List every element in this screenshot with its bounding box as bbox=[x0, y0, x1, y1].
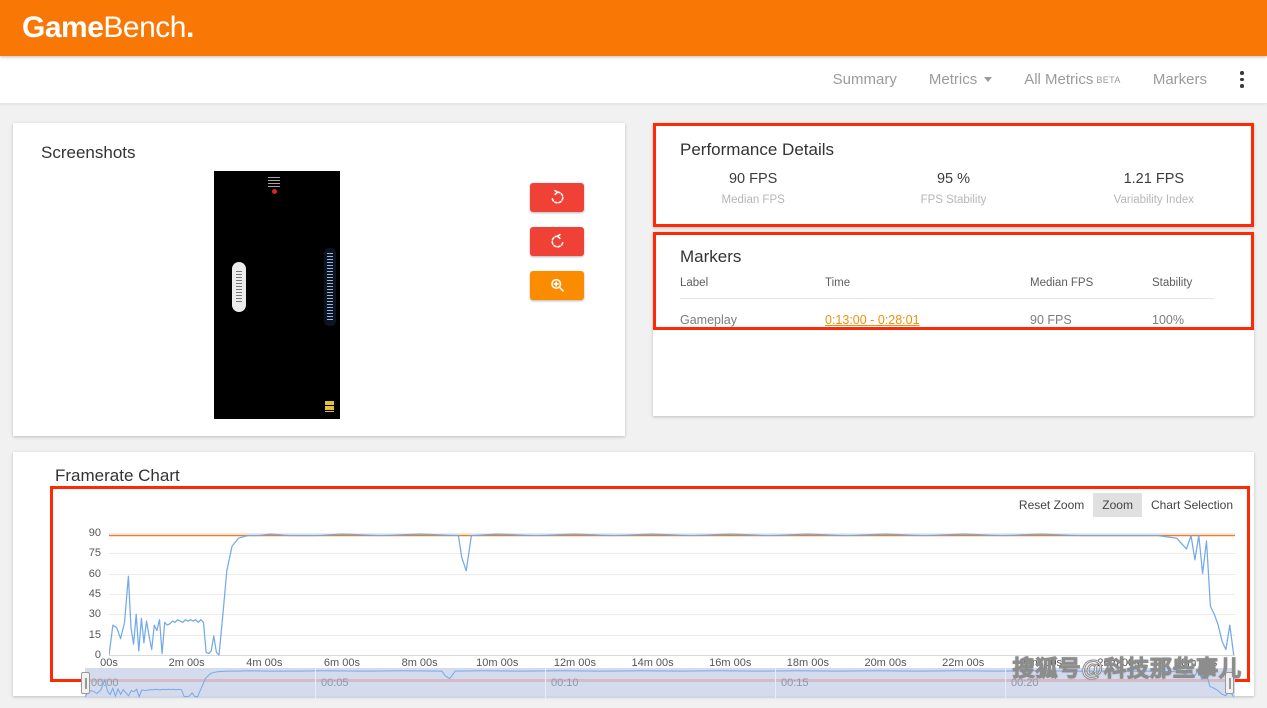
nav-label-metrics: Metrics bbox=[929, 71, 977, 88]
marker-time-link[interactable]: 0:13:00 - 0:28:01 bbox=[825, 313, 920, 327]
nav-item-markers[interactable]: Markers bbox=[1137, 71, 1223, 88]
screenshot-thumbnail[interactable] bbox=[214, 171, 340, 419]
fps-series-line bbox=[109, 534, 1234, 655]
navigator-tick-label: 00:05 bbox=[321, 677, 349, 689]
app-header: GameBench. bbox=[0, 0, 1267, 56]
column-header-label: Label bbox=[680, 273, 825, 299]
stat-fps-stability-label: FPS Stability bbox=[853, 194, 1053, 206]
screenshot-hud-text bbox=[268, 177, 280, 187]
framerate-chart-card: Framerate Chart Reset Zoom Zoom Chart Se… bbox=[13, 452, 1254, 696]
nav-label-all-metrics: All Metrics bbox=[1024, 71, 1093, 88]
y-axis: 9075604530150 bbox=[75, 526, 101, 655]
navigator-tick bbox=[775, 668, 776, 698]
logo-text-light: Bench bbox=[103, 11, 186, 44]
gamebench-logo[interactable]: GameBench. bbox=[22, 13, 194, 43]
markers-table: Label Time Median FPS Stability Gameplay… bbox=[680, 273, 1214, 333]
beta-badge: BETA bbox=[1096, 75, 1120, 85]
nav-label-summary: Summary bbox=[833, 71, 897, 88]
navigator-tick-label: 00:00 bbox=[91, 677, 119, 689]
rotate-left-button[interactable] bbox=[530, 183, 584, 212]
column-header-time: Time bbox=[825, 273, 1030, 299]
nav-item-summary[interactable]: Summary bbox=[817, 71, 913, 88]
performance-details-title: Performance Details bbox=[680, 140, 1254, 160]
logo-text-bold: Game bbox=[22, 11, 103, 44]
watermark-text: 搜狐号@科技那些事儿 bbox=[1013, 651, 1242, 683]
screenshot-name-pill bbox=[232, 262, 246, 312]
screenshots-title: Screenshots bbox=[41, 143, 136, 163]
nav-item-all-metrics[interactable]: All Metrics BETA bbox=[1008, 71, 1137, 88]
navigator-tick-label: 00:10 bbox=[551, 677, 579, 689]
screenshot-image bbox=[214, 171, 340, 419]
navigator-tick-label: 00:15 bbox=[781, 677, 809, 689]
y-axis-tick: 30 bbox=[89, 608, 101, 620]
markers-table-header: Label Time Median FPS Stability bbox=[680, 273, 1214, 299]
performance-stats-row: 90 FPS Median FPS 95 % FPS Stability 1.2… bbox=[653, 171, 1254, 206]
y-axis-tick: 45 bbox=[89, 588, 101, 600]
stat-fps-stability-value: 95 % bbox=[853, 171, 1053, 187]
stat-variability-index-value: 1.21 FPS bbox=[1054, 171, 1254, 187]
chevron-down-icon bbox=[984, 77, 992, 82]
performance-details-card: Performance Details 90 FPS Median FPS 95… bbox=[653, 123, 1254, 227]
stat-fps-stability: 95 % FPS Stability bbox=[853, 171, 1053, 206]
screenshot-side-panel bbox=[324, 248, 336, 326]
screenshot-corner-icon bbox=[325, 401, 334, 412]
chart-zoom-controls: Reset Zoom Zoom Chart Selection bbox=[1010, 493, 1242, 517]
navigator-tick bbox=[545, 668, 546, 698]
y-axis-tick: 75 bbox=[89, 547, 101, 559]
stat-median-fps-value: 90 FPS bbox=[653, 171, 853, 187]
chart-selection-button[interactable]: Chart Selection bbox=[1142, 493, 1242, 517]
framerate-chart-title: Framerate Chart bbox=[55, 466, 180, 486]
chart-series-group bbox=[109, 526, 1235, 656]
column-header-median-fps: Median FPS bbox=[1030, 273, 1152, 299]
y-axis-tick: 60 bbox=[89, 568, 101, 580]
main-navigation: Summary Metrics All Metrics BETA Markers bbox=[0, 56, 1267, 104]
screenshots-card: Screenshots bbox=[13, 123, 625, 436]
markers-card: Markers Label Time Median FPS Stability … bbox=[653, 232, 1254, 416]
stat-median-fps: 90 FPS Median FPS bbox=[653, 171, 853, 206]
stat-variability-index-label: Variability Index bbox=[1054, 194, 1254, 206]
gamebench-session-page: GameBench. Summary Metrics All Metrics B… bbox=[0, 0, 1267, 708]
stat-median-fps-label: Median FPS bbox=[653, 194, 853, 206]
navigator-tick bbox=[315, 668, 316, 698]
rotate-right-button[interactable] bbox=[530, 227, 584, 256]
marker-label: Gameplay bbox=[680, 299, 825, 334]
reset-zoom-button[interactable]: Reset Zoom bbox=[1010, 493, 1093, 517]
screenshot-red-dot-icon bbox=[272, 189, 277, 194]
nav-label-markers: Markers bbox=[1153, 71, 1207, 88]
stat-variability-index: 1.21 FPS Variability Index bbox=[1054, 171, 1254, 206]
y-axis-tick: 90 bbox=[89, 527, 101, 539]
markers-title: Markers bbox=[680, 232, 1254, 267]
zoom-button[interactable]: Zoom bbox=[1093, 493, 1142, 517]
zoom-in-button[interactable] bbox=[530, 271, 584, 300]
navigator-left-handle[interactable] bbox=[81, 672, 90, 694]
column-header-stability: Stability bbox=[1152, 273, 1214, 299]
screenshot-controls bbox=[530, 183, 584, 300]
navigator-tick bbox=[1005, 668, 1006, 698]
marker-median-fps: 90 FPS bbox=[1030, 299, 1152, 334]
y-axis-tick: 15 bbox=[89, 629, 101, 641]
table-row: Gameplay 0:13:00 - 0:28:01 90 FPS 100% bbox=[680, 299, 1214, 334]
nav-item-metrics[interactable]: Metrics bbox=[913, 71, 1008, 88]
kebab-menu-icon[interactable] bbox=[1223, 71, 1253, 88]
marker-stability: 100% bbox=[1152, 299, 1214, 334]
logo-dot: . bbox=[186, 11, 194, 44]
